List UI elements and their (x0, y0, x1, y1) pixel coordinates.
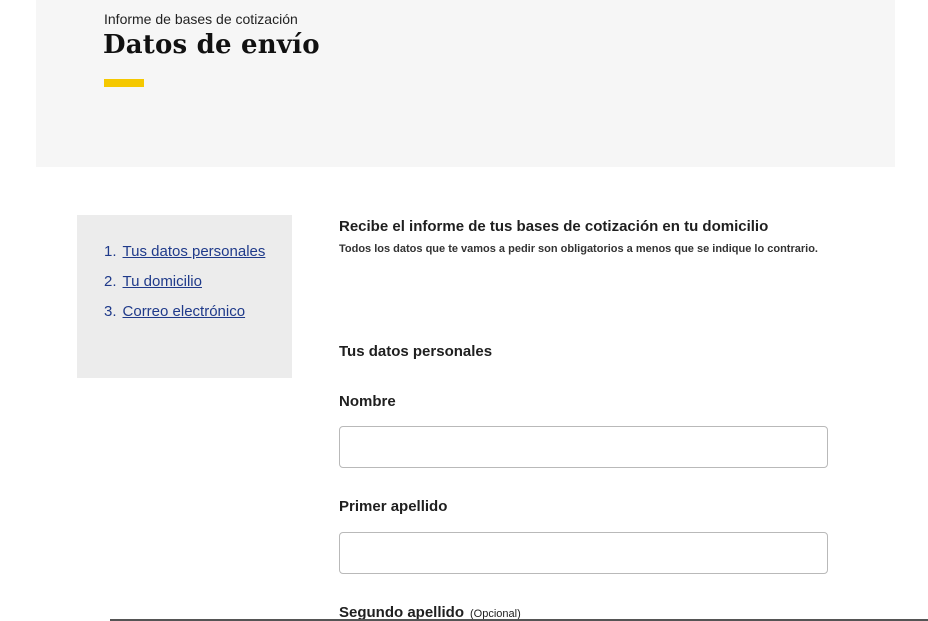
nombre-input[interactable] (339, 426, 828, 468)
step-number: 1. (104, 243, 117, 260)
steps-navigation: 1. Tus datos personales 2. Tu domicilio 3.… (77, 215, 292, 378)
step-number: 2. (104, 273, 117, 290)
field-label-primer-apellido: Primer apellido (339, 498, 447, 515)
primer-apellido-input[interactable] (339, 532, 828, 574)
field-label-nombre: Nombre (339, 393, 396, 410)
page-header: Informe de bases de cotización Datos de … (36, 0, 895, 167)
page-title: Datos de envío (103, 30, 320, 60)
field-label-text: Nombre (339, 393, 396, 410)
step-link-address[interactable]: Tu domicilio (123, 273, 202, 290)
step-item-personal-data: 1. Tus datos personales (104, 243, 265, 273)
step-item-email: 3. Correo electrónico (104, 303, 265, 333)
intro-note: Todos los datos que te vamos a pedir son… (339, 243, 818, 255)
step-number: 3. (104, 303, 117, 320)
section-title-personal-data: Tus datos personales (339, 343, 493, 360)
intro-title: Recibe el informe de tus bases de cotiza… (339, 218, 769, 235)
page-eyebrow: Informe de bases de cotización (104, 11, 298, 27)
field-label-text: Primer apellido (339, 498, 448, 515)
steps-list: 1. Tus datos personales 2. Tu domicilio 3.… (104, 243, 265, 333)
step-item-address: 2. Tu domicilio (104, 273, 265, 303)
title-accent-bar (104, 79, 144, 87)
step-link-email[interactable]: Correo electrónico (123, 303, 246, 320)
step-link-personal-data[interactable]: Tus datos personales (123, 243, 266, 260)
